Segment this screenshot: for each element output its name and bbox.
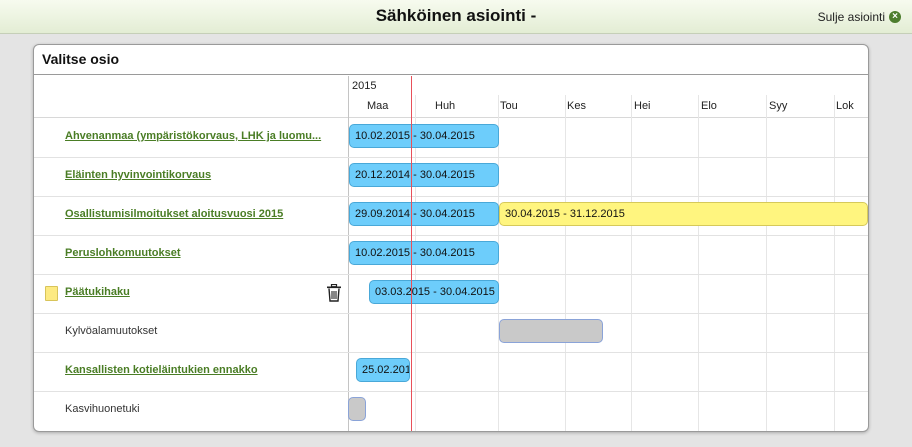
month-label: Lok bbox=[836, 100, 854, 112]
close-icon[interactable]: × bbox=[889, 11, 901, 23]
section-link[interactable]: Ahvenanmaa (ympäristökorvaus, LHK ja luo… bbox=[65, 130, 321, 142]
row-divider bbox=[34, 391, 868, 392]
period-bar[interactable]: 10.02.2015 - 30.04.2015 bbox=[349, 241, 499, 265]
close-session-label: Sulje asiointi bbox=[817, 10, 885, 24]
section-panel: Valitse osio 2015 Maa Huh Tou Kes Hei Elo Syy L… bbox=[33, 44, 869, 432]
row-divider bbox=[34, 196, 868, 197]
section-link[interactable]: Osallistumisilmoitukset aloitusvuosi 201… bbox=[65, 208, 283, 220]
period-bar[interactable]: 25.02.201 bbox=[356, 358, 410, 382]
month-label: Kes bbox=[567, 100, 586, 112]
row-divider bbox=[34, 313, 868, 314]
app-title: Sähköinen asiointi - bbox=[375, 6, 537, 25]
month-gridline bbox=[698, 95, 699, 431]
period-bar[interactable]: 29.09.2014 - 30.04.2015 bbox=[349, 202, 499, 226]
month-label: Tou bbox=[500, 100, 518, 112]
month-label: Maa bbox=[367, 100, 389, 112]
row-divider bbox=[34, 352, 868, 353]
month-gridline bbox=[565, 95, 566, 431]
period-bar[interactable]: 10.02.2015 - 30.04.2015 bbox=[349, 124, 499, 148]
month-gridline bbox=[631, 95, 632, 431]
section-link: Kasvihuonetuki bbox=[65, 403, 140, 415]
top-bar: Sähköinen asiointi - Sulje asiointi × bbox=[0, 0, 912, 34]
month-label: Elo bbox=[701, 100, 717, 112]
section-link[interactable]: Kansallisten kotieläintukien ennakko bbox=[65, 364, 258, 376]
row-divider bbox=[34, 157, 868, 158]
month-gridline bbox=[766, 95, 767, 431]
trash-icon[interactable] bbox=[326, 283, 342, 307]
section-link: Kylvöalamuutokset bbox=[65, 325, 158, 337]
folder-icon bbox=[45, 286, 58, 301]
panel-divider bbox=[34, 74, 868, 75]
today-marker bbox=[411, 76, 412, 431]
period-bar[interactable]: 30.04.2015 - 31.12.2015 bbox=[499, 202, 868, 226]
month-label: Syy bbox=[769, 100, 788, 112]
period-bar[interactable] bbox=[348, 397, 366, 421]
row-divider bbox=[34, 274, 868, 275]
gantt-chart: 2015 Maa Huh Tou Kes Hei Elo Syy Lok Ahvenanmaa … bbox=[34, 76, 868, 431]
section-link[interactable]: Eläinten hyvinvointikorvaus bbox=[65, 169, 211, 181]
period-bar[interactable]: 20.12.2014 - 30.04.2015 bbox=[349, 163, 499, 187]
month-gridline bbox=[834, 95, 835, 431]
row-divider bbox=[34, 235, 868, 236]
period-bar[interactable]: 03.03.2015 - 30.04.2015 bbox=[369, 280, 499, 304]
section-link[interactable]: Peruslohkomuutokset bbox=[65, 247, 181, 259]
timeline-header-line bbox=[34, 117, 868, 118]
month-label: Hei bbox=[634, 100, 651, 112]
section-link[interactable]: Päätukihaku bbox=[65, 286, 130, 298]
year-label: 2015 bbox=[352, 80, 377, 92]
panel-title: Valitse osio bbox=[42, 51, 120, 67]
month-label: Huh bbox=[435, 100, 456, 112]
period-bar[interactable] bbox=[499, 319, 603, 343]
close-session-link[interactable]: Sulje asiointi × bbox=[818, 10, 901, 24]
